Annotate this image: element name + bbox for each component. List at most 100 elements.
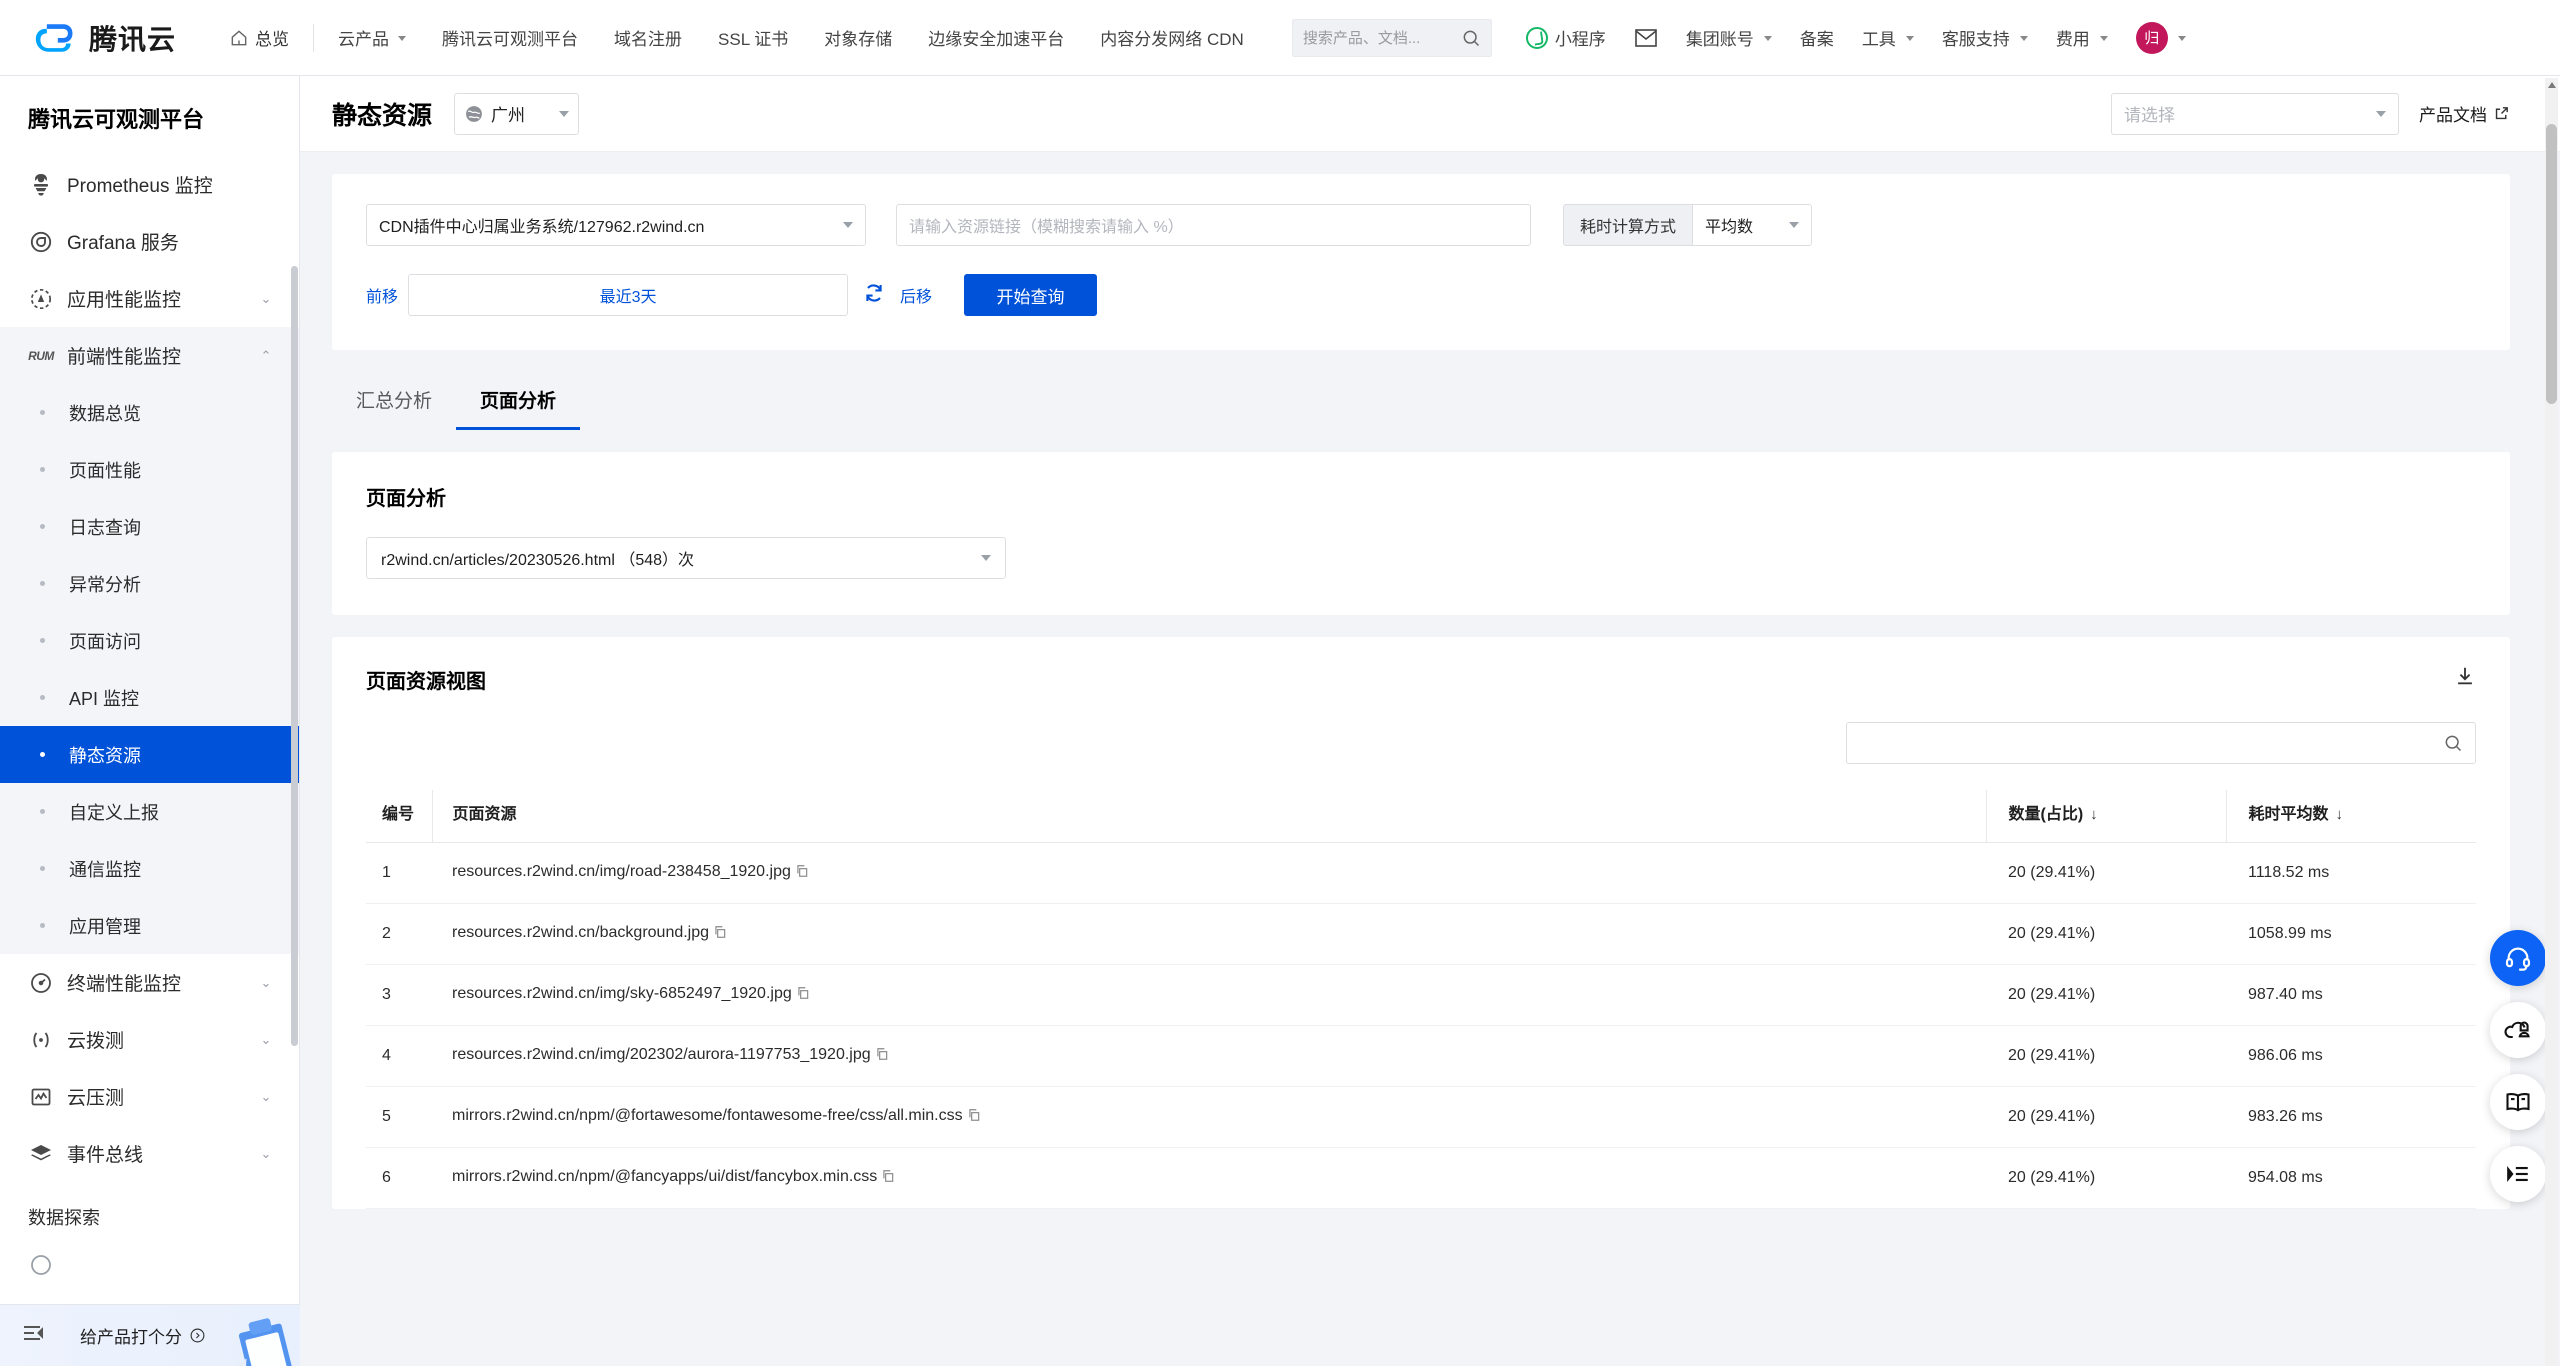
header-select-placeholder: 请选择 bbox=[2124, 106, 2175, 125]
nav-item-overview[interactable]: 总览 bbox=[211, 0, 307, 76]
copy-icon[interactable] bbox=[875, 1047, 889, 1066]
sidebar-item-prometheus[interactable]: Prometheus 监控 bbox=[0, 156, 299, 213]
cell-count: 20 (29.41%) bbox=[1986, 903, 2226, 965]
nav-item-observability[interactable]: 腾讯云可观测平台 bbox=[424, 0, 596, 76]
refresh-button[interactable] bbox=[862, 281, 886, 310]
chevron-down-icon bbox=[1905, 36, 1914, 41]
headset-icon bbox=[2505, 947, 2531, 971]
customer-service-button[interactable] bbox=[2490, 930, 2546, 986]
sidebar-item-partial-hidden[interactable] bbox=[0, 1236, 299, 1293]
copy-icon[interactable] bbox=[796, 986, 810, 1005]
page-analysis-title: 页面分析 bbox=[366, 488, 446, 510]
copy-icon[interactable] bbox=[713, 925, 727, 944]
bullet-icon bbox=[40, 638, 45, 643]
cell-no: 1 bbox=[366, 842, 432, 904]
sidebar-item-app-management[interactable]: 应用管理 bbox=[0, 897, 299, 954]
nav-item-beian[interactable]: 备案 bbox=[1786, 25, 1848, 50]
nav-item-domain-registration[interactable]: 域名注册 bbox=[596, 0, 700, 76]
region-selector[interactable]: 广州 bbox=[454, 92, 580, 135]
service-select[interactable]: CDN插件中心归属业务系统/127962.r2wind.cn bbox=[366, 204, 866, 246]
header-select[interactable]: 请选择 bbox=[2111, 92, 2399, 135]
nav-label: 费用 bbox=[2055, 30, 2090, 49]
cloud-alert-button[interactable] bbox=[2490, 1002, 2546, 1058]
feedback-button[interactable] bbox=[2490, 1146, 2546, 1202]
nav-label: 总览 bbox=[255, 30, 290, 49]
nav-item-edgeone[interactable]: 边缘安全加速平台 bbox=[910, 0, 1082, 76]
sidebar-item-load-test[interactable]: 云压测 ⌄ bbox=[0, 1068, 299, 1125]
calc-method-select[interactable]: 平均数 bbox=[1692, 204, 1813, 246]
cloud-bell-icon bbox=[2504, 1021, 2530, 1039]
cell-resource: resources.r2wind.cn/img/road-238458_1920… bbox=[432, 842, 1986, 904]
resource-search-input[interactable] bbox=[1846, 722, 2476, 764]
sidebar-item-page-performance[interactable]: 页面性能 bbox=[0, 441, 299, 498]
nav-item-cos[interactable]: 对象存储 bbox=[806, 0, 910, 76]
sort-desc-icon: ↓ bbox=[2335, 806, 2344, 823]
cell-count: 20 (29.41%) bbox=[1986, 1025, 2226, 1087]
cell-no: 4 bbox=[366, 1025, 432, 1087]
column-header-avg[interactable]: 耗时平均数 ↓ bbox=[2225, 790, 2476, 843]
sidebar-item-apm[interactable]: 应用性能监控 ⌄ bbox=[0, 270, 299, 327]
sidebar-item-label: API 监控 bbox=[69, 688, 140, 709]
nav-item-cdn[interactable]: 内容分发网络 CDN bbox=[1082, 0, 1262, 76]
scroll-up-icon[interactable] bbox=[2548, 82, 2556, 88]
nav-item-tools[interactable]: 工具 bbox=[1848, 25, 1928, 50]
chevron-down-icon: ⌄ bbox=[260, 1088, 272, 1104]
table-row: 2 resources.r2wind.cn/background.jpg 20 … bbox=[366, 903, 2476, 965]
resource-url-input[interactable]: 请输入资源链接（模糊搜索请输入 %） bbox=[896, 204, 1531, 246]
copy-icon[interactable] bbox=[795, 864, 809, 883]
global-search-input[interactable]: 搜索产品、文档... bbox=[1291, 18, 1492, 57]
tencent-cloud-logo[interactable]: 腾讯云 bbox=[34, 16, 176, 60]
cell-resource: resources.r2wind.cn/img/sky-6852497_1920… bbox=[432, 964, 1986, 1026]
nav-item-group-account[interactable]: 集团账号 bbox=[1672, 25, 1786, 50]
sidebar-item-custom-report[interactable]: 自定义上报 bbox=[0, 783, 299, 840]
documentation-button[interactable] bbox=[2490, 1074, 2546, 1130]
user-menu[interactable]: 归 bbox=[2122, 21, 2200, 54]
sidebar-item-api-monitor[interactable]: API 监控 bbox=[0, 669, 299, 726]
time-range-picker[interactable]: 最近3天 bbox=[408, 274, 849, 316]
cell-avg: 1058.99 ms bbox=[2226, 903, 2476, 965]
sidebar-item-dial-test[interactable]: 云拨测 ⌄ bbox=[0, 1011, 299, 1068]
page-header-right: 请选择 产品文档 bbox=[2111, 92, 2510, 135]
nav-item-ssl[interactable]: SSL 证书 bbox=[700, 0, 806, 76]
sidebar-item-data-overview[interactable]: 数据总览 bbox=[0, 384, 299, 441]
page-url-select[interactable]: r2wind.cn/articles/20230526.html （548）次 bbox=[366, 537, 1006, 579]
collapse-icon[interactable] bbox=[22, 1323, 46, 1349]
product-doc-link[interactable]: 产品文档 bbox=[2419, 101, 2510, 126]
nav-item-miniprogram[interactable]: 小程序 bbox=[1512, 25, 1620, 50]
chevron-up-icon: ⌃ bbox=[260, 347, 272, 363]
page-scrollbar[interactable] bbox=[2545, 78, 2558, 1366]
shift-earlier-button[interactable]: 前移 bbox=[366, 283, 398, 307]
sidebar-item-error-analysis[interactable]: 异常分析 bbox=[0, 555, 299, 612]
start-query-button[interactable]: 开始查询 bbox=[964, 274, 1098, 316]
copy-icon[interactable] bbox=[967, 1108, 981, 1127]
chevron-right-circle-icon bbox=[190, 1328, 205, 1343]
copy-icon[interactable] bbox=[881, 1169, 895, 1188]
nav-item-support[interactable]: 客服支持 bbox=[1928, 25, 2042, 50]
nav-item-messages[interactable] bbox=[1620, 28, 1672, 48]
globe-icon bbox=[466, 105, 482, 122]
column-header-no: 编号 bbox=[366, 790, 432, 843]
service-select-value: CDN插件中心归属业务系统/127962.r2wind.cn bbox=[379, 219, 705, 236]
scrollbar-thumb[interactable] bbox=[2546, 124, 2557, 404]
sidebar-item-grafana[interactable]: Grafana 服务 bbox=[0, 213, 299, 270]
tab-summary-analysis[interactable]: 汇总分析 bbox=[332, 374, 456, 430]
bullet-icon bbox=[40, 809, 45, 814]
shift-later-button[interactable]: 后移 bbox=[900, 283, 932, 307]
rate-product-button[interactable]: 给产品打个分 bbox=[80, 1323, 206, 1348]
nav-item-cloud-products[interactable]: 云产品 bbox=[320, 0, 424, 76]
cell-no: 2 bbox=[366, 903, 432, 965]
sidebar-scrollbar[interactable] bbox=[291, 266, 298, 1046]
sidebar-item-static-resources[interactable]: 静态资源 bbox=[0, 726, 299, 783]
sidebar-item-rum[interactable]: RUM 前端性能监控 ⌃ bbox=[0, 327, 299, 384]
tab-page-analysis[interactable]: 页面分析 bbox=[456, 374, 581, 430]
sidebar-item-log-query[interactable]: 日志查询 bbox=[0, 498, 299, 555]
sidebar-item-comm-monitor[interactable]: 通信监控 bbox=[0, 840, 299, 897]
nav-label: 小程序 bbox=[1554, 30, 1606, 49]
sidebar-item-terminal-performance[interactable]: 终端性能监控 ⌄ bbox=[0, 954, 299, 1011]
nav-label: 备案 bbox=[1799, 30, 1834, 49]
sidebar-item-page-visits[interactable]: 页面访问 bbox=[0, 612, 299, 669]
nav-item-billing[interactable]: 费用 bbox=[2042, 25, 2122, 50]
sidebar-item-event-bus[interactable]: 事件总线 ⌄ bbox=[0, 1125, 299, 1182]
download-button[interactable] bbox=[2454, 665, 2476, 692]
column-header-count[interactable]: 数量(占比) ↓ bbox=[1985, 790, 2226, 843]
